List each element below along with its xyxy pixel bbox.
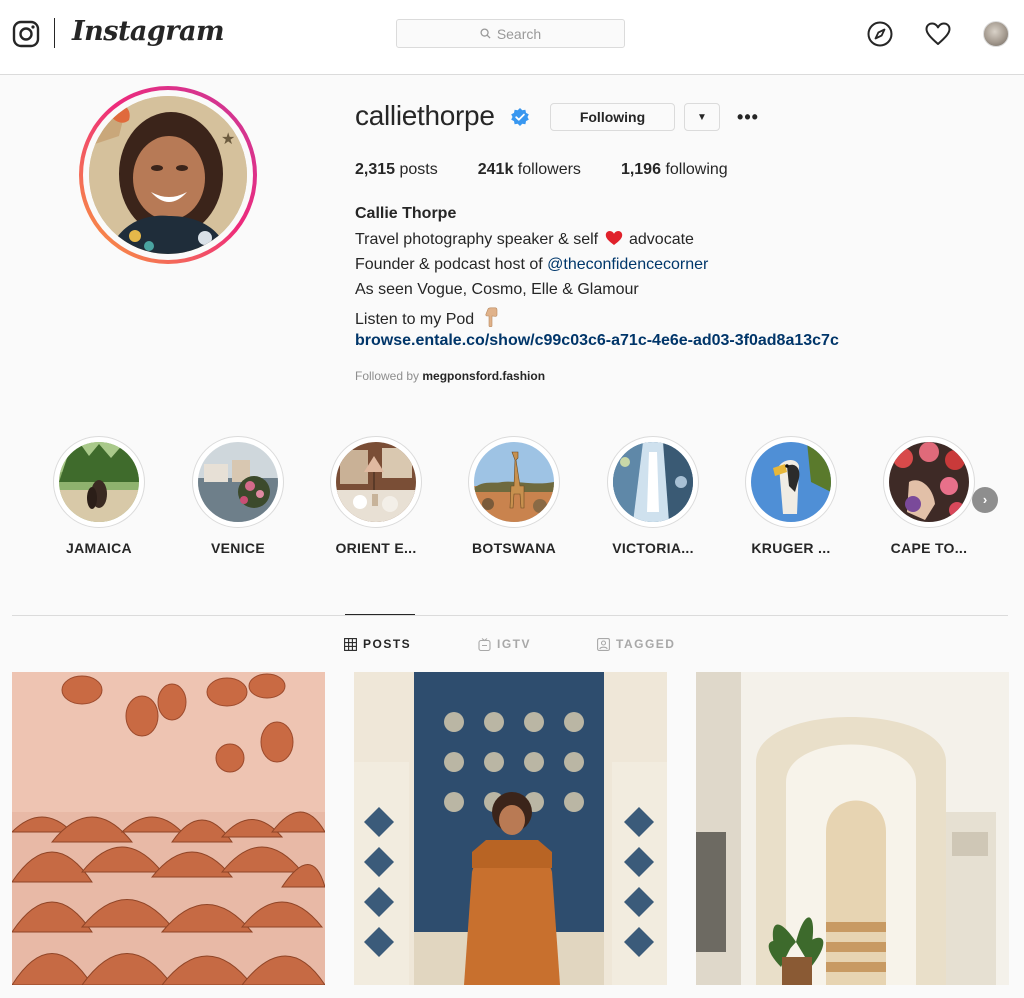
highlight-label: CAPE TO... — [890, 540, 968, 556]
highlight-label: BOTSWANA — [471, 540, 557, 556]
tagged-icon — [597, 637, 610, 651]
posts-label: posts — [399, 161, 438, 178]
tab-igtv-label: IGTV — [497, 637, 532, 651]
highlight-label: ORIENT E... — [335, 540, 417, 556]
highlight-orient-express[interactable]: ORIENT E... — [316, 436, 436, 556]
followed-by-text: Followed by megponsford.fashion — [355, 369, 545, 383]
highlight-venice[interactable]: VENICE — [178, 436, 298, 556]
tabs-divider — [12, 615, 1008, 616]
igtv-icon — [478, 637, 491, 651]
highlight-kruger[interactable]: KRUGER ... — [731, 436, 851, 556]
highlight-cover-image — [336, 442, 416, 522]
tab-tagged[interactable]: TAGGED — [597, 637, 675, 651]
highlight-victoria-falls[interactable]: VICTORIA... — [593, 436, 713, 556]
highlight-cover-image — [613, 442, 693, 522]
logo-divider — [54, 18, 55, 48]
followers-count: 241k — [477, 161, 514, 178]
profile-stats: 2,315 posts 241k followers 1,196 followi… — [355, 161, 768, 179]
followed-by-user-link[interactable]: megponsford.fashion — [422, 369, 545, 383]
tab-posts-label: POSTS — [363, 637, 412, 651]
highlights-next-button[interactable]: › — [972, 487, 998, 513]
following-count: 1,196 — [620, 161, 661, 178]
bio-line-3: As seen Vogue, Cosmo, Elle & Glamour — [355, 281, 639, 298]
highlight-cover-image — [59, 442, 139, 522]
highlight-label: VICTORIA... — [612, 540, 694, 556]
top-nav-bar: Instagram Search — [0, 0, 1024, 75]
instagram-glyph-icon[interactable] — [12, 20, 40, 48]
highlight-cover-image — [474, 442, 554, 522]
highlight-cover-image — [198, 442, 278, 522]
tab-igtv[interactable]: IGTV — [478, 637, 531, 651]
profile-full-name: Callie Thorpe — [355, 205, 457, 222]
post-thumbnail[interactable] — [12, 672, 325, 985]
pointing-down-hand-emoji-icon — [485, 307, 497, 327]
bio-line-4: Listen to my Pod — [355, 307, 995, 329]
more-options-button[interactable]: ••• — [733, 103, 763, 131]
followers-label: followers — [517, 161, 581, 178]
my-profile-avatar[interactable] — [983, 21, 1009, 47]
suggested-accounts-dropdown-button[interactable]: ▼ — [684, 103, 720, 131]
following-button[interactable]: Following — [550, 103, 675, 131]
following-stat[interactable]: 1,196 following — [621, 161, 728, 179]
compass-icon[interactable] — [866, 20, 894, 48]
profile-username: calliethorpe — [355, 100, 495, 131]
highlight-label: VENICE — [211, 540, 265, 556]
bio-line-1: Travel photography speaker & self advoca… — [355, 230, 995, 249]
bio-line-2-text: Founder & podcast host of — [355, 256, 543, 273]
verified-badge-icon — [511, 108, 529, 126]
highlight-label: KRUGER ... — [751, 540, 831, 556]
bio-line-4-text: Listen to my Pod — [355, 311, 475, 328]
posts-count-stat: 2,315 posts — [355, 161, 438, 179]
post-thumbnail[interactable] — [696, 672, 1009, 985]
grid-icon — [344, 637, 357, 651]
instagram-wordmark[interactable]: Instagram — [72, 16, 225, 47]
followers-stat[interactable]: 241k followers — [478, 161, 581, 179]
profile-avatar: ★ — [89, 96, 247, 254]
heart-icon[interactable] — [924, 20, 952, 48]
bio-external-link[interactable]: browse.entale.co/show/c99c03c6-a71c-4e6e… — [355, 332, 839, 350]
search-icon — [480, 28, 491, 39]
search-input[interactable]: Search — [396, 19, 625, 48]
tab-tagged-label: TAGGED — [616, 637, 676, 651]
following-label: following — [665, 161, 728, 178]
highlight-cover-image — [889, 442, 969, 522]
tab-posts[interactable]: POSTS — [344, 637, 411, 651]
active-tab-indicator — [345, 614, 415, 615]
bio-line-2: Founder & podcast host of @theconfidence… — [355, 256, 995, 274]
highlight-cape-town[interactable]: CAPE TO... — [869, 436, 989, 556]
profile-avatar-story-ring[interactable]: ★ — [79, 86, 257, 264]
highlight-botswana[interactable]: BOTSWANA — [454, 436, 574, 556]
highlight-jamaica[interactable]: JAMAICA — [39, 436, 159, 556]
posts-count: 2,315 — [355, 161, 396, 178]
highlight-label: JAMAICA — [66, 540, 132, 556]
red-heart-emoji-icon — [605, 231, 622, 245]
post-thumbnail[interactable] — [354, 672, 667, 985]
bio-line-1-end: advocate — [629, 231, 694, 248]
bio-line-1-text: Travel photography speaker & self — [355, 231, 599, 248]
bio-mention-link[interactable]: @theconfidencecorner — [547, 256, 708, 273]
search-placeholder: Search — [496, 25, 542, 42]
highlight-cover-image — [751, 442, 831, 522]
svg-text:★: ★ — [221, 131, 235, 148]
followed-by-prefix: Followed by — [355, 369, 420, 383]
